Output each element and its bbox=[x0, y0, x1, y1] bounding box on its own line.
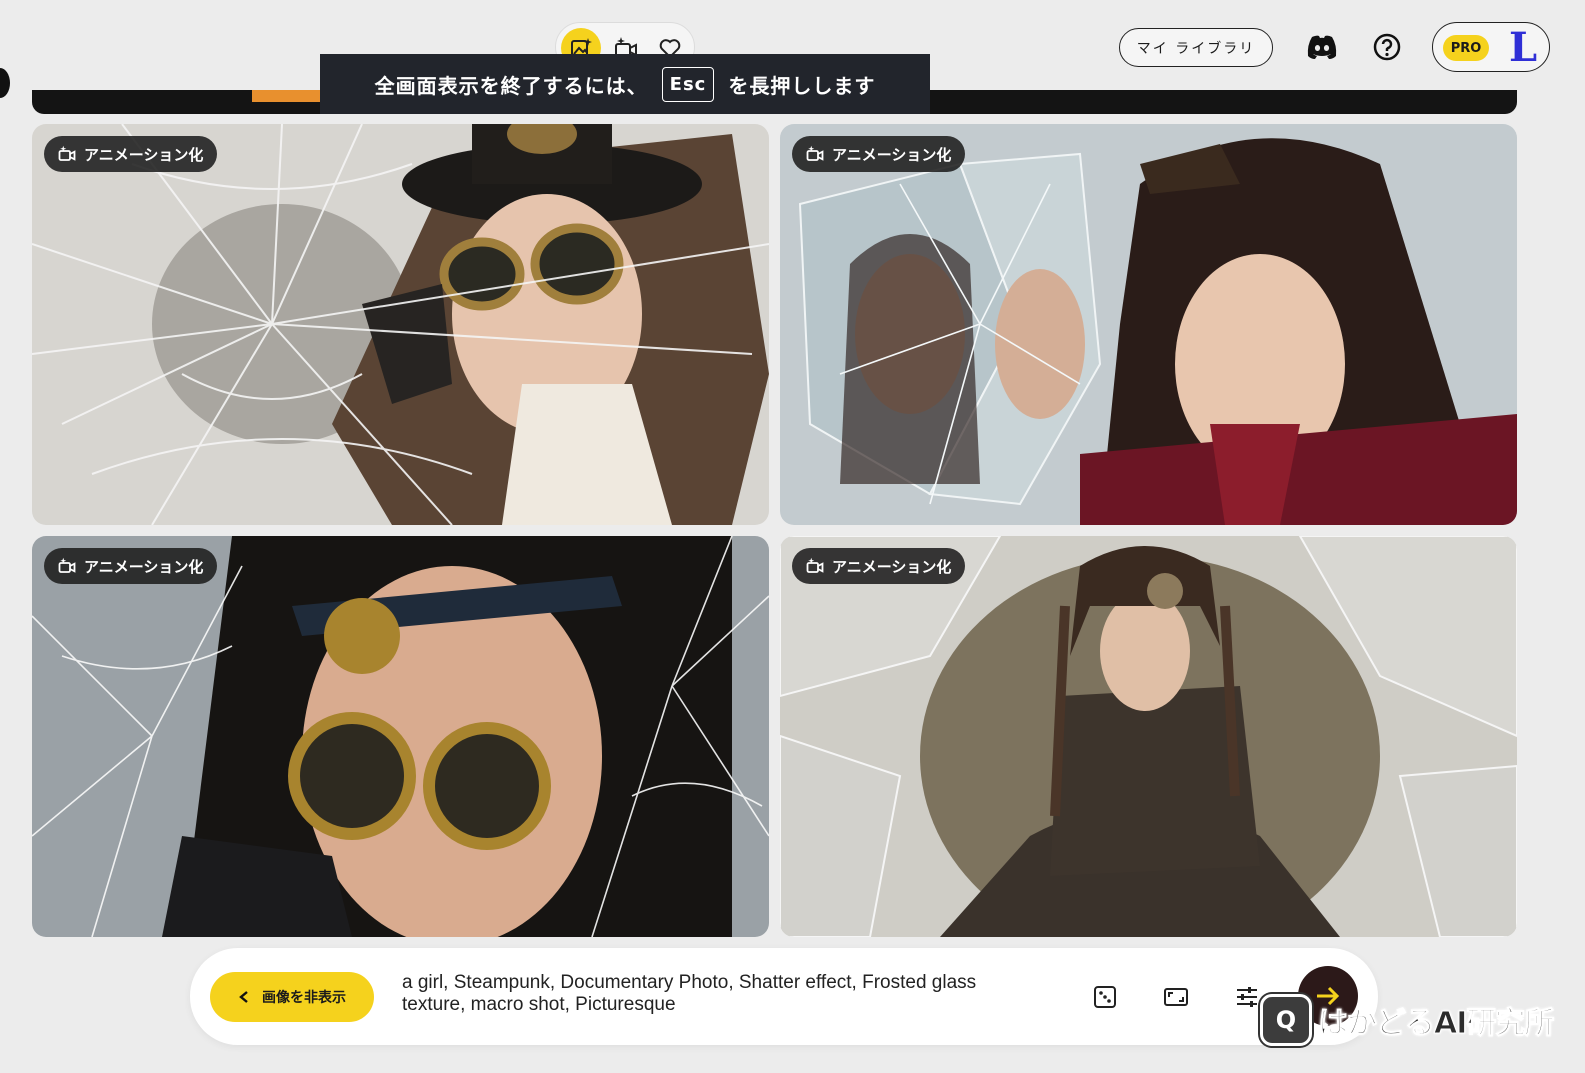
video-sparkle-icon bbox=[58, 145, 76, 161]
watermark-logo: Q bbox=[1260, 994, 1312, 1046]
animate-label: アニメーション化 bbox=[84, 557, 204, 576]
avatar: L bbox=[1508, 23, 1538, 71]
gallery-card[interactable]: アニメーション化 bbox=[32, 124, 769, 525]
aspect-ratio-icon[interactable] bbox=[1163, 984, 1189, 1010]
toast-text-before: 全画面表示を終了するには、 bbox=[374, 73, 648, 98]
my-library-button[interactable]: マイ ライブラリ bbox=[1119, 28, 1273, 67]
gallery-card[interactable]: アニメーション化 bbox=[780, 536, 1517, 937]
style-dice-icon[interactable] bbox=[1092, 984, 1118, 1010]
help-icon[interactable] bbox=[1373, 33, 1401, 61]
esc-key: Esc bbox=[661, 66, 715, 102]
hide-images-label: 画像を非表示 bbox=[262, 990, 346, 1006]
pro-badge: PRO bbox=[1443, 35, 1489, 61]
gallery-card[interactable]: アニメーション化 bbox=[32, 536, 769, 937]
animate-button[interactable]: アニメーション化 bbox=[44, 136, 218, 172]
settings-sliders-icon[interactable] bbox=[1234, 984, 1260, 1010]
video-sparkle-icon bbox=[58, 557, 76, 573]
image-gallery: アニメーション化 アニメーション化 アニメーション化 アニメーション化 bbox=[32, 124, 1517, 937]
site-watermark: Q はかどるAI研究所 bbox=[1260, 988, 1570, 1052]
generated-image bbox=[32, 124, 769, 525]
generated-image bbox=[780, 536, 1517, 937]
watermark-text: はかどるAI研究所 bbox=[1317, 1006, 1554, 1042]
animate-label: アニメーション化 bbox=[832, 145, 952, 164]
account-menu[interactable]: PRO L bbox=[1432, 22, 1550, 72]
video-sparkle-icon bbox=[806, 557, 824, 573]
animate-button[interactable]: アニメーション化 bbox=[44, 548, 218, 584]
prompt-bar: 画像を非表示 a girl, Steampunk, Documentary Ph… bbox=[190, 948, 1378, 1045]
discord-icon[interactable] bbox=[1306, 34, 1338, 60]
generated-image bbox=[780, 124, 1517, 525]
prompt-input[interactable]: a girl, Steampunk, Documentary Photo, Sh… bbox=[402, 972, 1042, 1016]
toast-text-after: を長押しします bbox=[728, 73, 876, 98]
animate-button[interactable]: アニメーション化 bbox=[792, 136, 966, 172]
animate-label: アニメーション化 bbox=[832, 557, 952, 576]
chevron-left-icon bbox=[239, 991, 248, 1003]
edge-handle bbox=[0, 68, 10, 98]
animate-button[interactable]: アニメーション化 bbox=[792, 548, 966, 584]
gallery-card[interactable]: アニメーション化 bbox=[780, 124, 1517, 525]
fullscreen-exit-toast: 全画面表示を終了するには、 Esc を長押しします bbox=[320, 54, 930, 114]
animate-label: アニメーション化 bbox=[84, 145, 204, 164]
hide-images-button[interactable]: 画像を非表示 bbox=[210, 972, 374, 1022]
video-sparkle-icon bbox=[806, 145, 824, 161]
generated-image bbox=[32, 536, 769, 937]
